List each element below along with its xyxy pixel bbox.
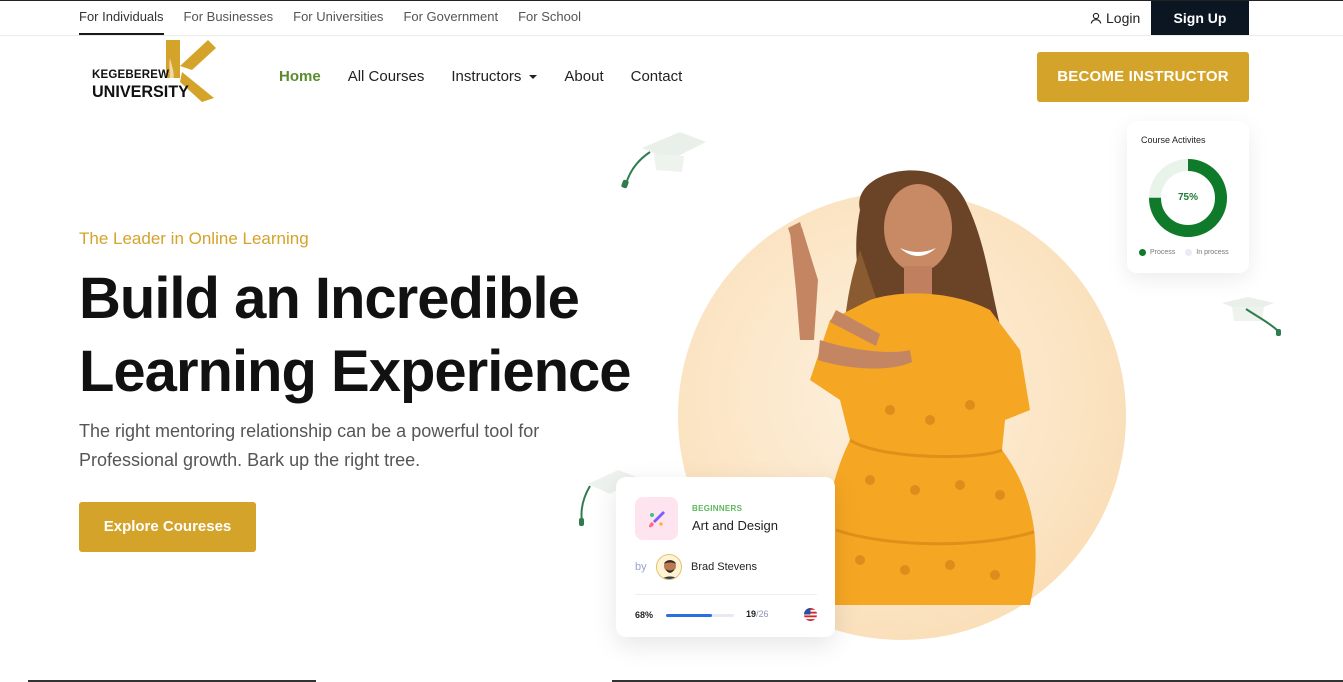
page-bottom-edge bbox=[0, 678, 1343, 682]
legend-dot-process bbox=[1139, 249, 1146, 256]
tab-for-universities[interactable]: For Universities bbox=[293, 1, 383, 35]
legend-process-label: Process bbox=[1150, 249, 1176, 256]
logo-line2: UNIVERSITY bbox=[92, 81, 189, 101]
logo-line1: KEGEBEREW bbox=[92, 69, 170, 81]
tab-for-individuals[interactable]: For Individuals bbox=[79, 1, 164, 35]
legend-process: Process bbox=[1139, 249, 1175, 256]
graduation-cap-icon bbox=[621, 132, 706, 189]
course-title: Art and Design bbox=[692, 518, 778, 533]
explore-courses-button[interactable]: Explore Coureses bbox=[79, 502, 256, 552]
lessons-done: 19 bbox=[746, 609, 757, 619]
course-progress-fill bbox=[666, 614, 713, 617]
paint-brush-icon bbox=[648, 510, 665, 527]
become-instructor-button[interactable]: BECOME INSTRUCTOR bbox=[1037, 52, 1249, 102]
activity-legend: Process In process bbox=[1139, 249, 1229, 256]
subtext-line2: Professional growth. Bark up the right t… bbox=[79, 450, 421, 470]
logo-wordmark: KEGEBEREW UNIVERSITY bbox=[92, 69, 194, 101]
tab-for-businesses[interactable]: For Businesses bbox=[184, 1, 274, 35]
user-icon bbox=[1090, 12, 1102, 24]
course-card[interactable]: BEGINNERS Art and Design by Brad Stevens… bbox=[616, 477, 835, 637]
legend-in-process: In process bbox=[1185, 249, 1229, 256]
nav-all-courses[interactable]: All Courses bbox=[348, 68, 425, 85]
course-by-label: by bbox=[635, 561, 647, 573]
course-author: Brad Stevens bbox=[691, 561, 758, 573]
headline-line2: Learning Experience bbox=[79, 339, 632, 404]
legend-dot-in-process bbox=[1185, 249, 1193, 256]
us-flag-icon bbox=[804, 608, 817, 621]
author-avatar bbox=[656, 554, 682, 580]
activity-percent: 75% bbox=[1177, 192, 1198, 203]
chevron-down-icon bbox=[529, 74, 538, 79]
avatar-face-icon bbox=[662, 560, 678, 579]
tab-for-government[interactable]: For Government bbox=[403, 1, 498, 35]
nav-instructors[interactable]: Instructors bbox=[451, 68, 538, 85]
nav-about[interactable]: About bbox=[564, 68, 603, 85]
headline-line1: Build an Incredible bbox=[79, 266, 580, 331]
subtext-line1: The right mentoring relationship can be … bbox=[79, 421, 540, 441]
legend-in-process-label: In process bbox=[1196, 249, 1229, 256]
nav-contact[interactable]: Contact bbox=[631, 68, 683, 85]
hero-headline: Build an Incredible Learning Experience bbox=[79, 262, 632, 408]
main-nav: Home All Courses Instructors About Conta… bbox=[279, 68, 709, 85]
university-logo[interactable]: KEGEBEREW UNIVERSITY bbox=[92, 38, 218, 104]
course-progress-percent: 68% bbox=[635, 610, 654, 620]
course-lessons-count: 19/26 bbox=[746, 609, 769, 619]
course-activities-card: Course Activites 75% Process In process bbox=[1127, 121, 1249, 273]
login-label: Login bbox=[1106, 10, 1141, 26]
lessons-total: /26 bbox=[756, 609, 769, 619]
audience-tabs: For Individuals For Businesses For Unive… bbox=[79, 1, 601, 35]
nav-home[interactable]: Home bbox=[279, 68, 321, 85]
hero-tagline: The Leader in Online Learning bbox=[79, 229, 309, 248]
top-bar: For Individuals For Businesses For Unive… bbox=[0, 0, 1343, 36]
course-level: BEGINNERS bbox=[692, 504, 743, 513]
course-progress-bar bbox=[666, 614, 734, 617]
signup-button[interactable]: Sign Up bbox=[1151, 1, 1249, 35]
tab-for-school[interactable]: For School bbox=[518, 1, 581, 35]
card-divider bbox=[635, 594, 817, 595]
login-link[interactable]: Login bbox=[1090, 1, 1140, 35]
nav-instructors-label: Instructors bbox=[451, 68, 522, 85]
hero-subtext: The right mentoring relationship can be … bbox=[79, 417, 579, 475]
course-thumbnail bbox=[635, 497, 678, 540]
activity-card-title: Course Activites bbox=[1141, 135, 1206, 145]
graduation-cap-icon bbox=[1222, 297, 1281, 336]
